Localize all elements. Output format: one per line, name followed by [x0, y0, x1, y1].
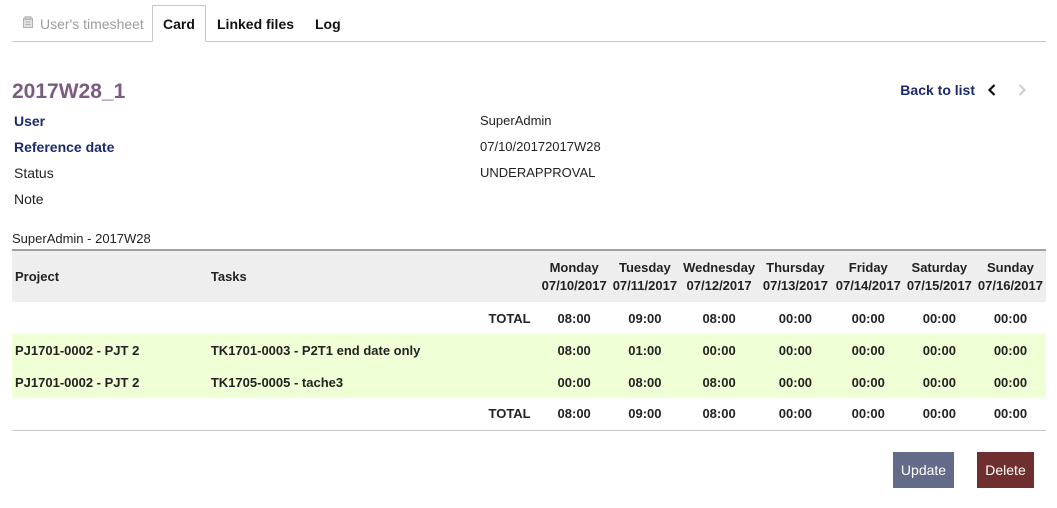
total-cell: 00:00	[993, 406, 1028, 422]
tab-users-timesheet[interactable]: User's timesheet	[12, 5, 154, 42]
timesheet-table: Project Tasks Monday 07/10/2017 Tuesday 07…	[12, 249, 1046, 431]
field-user: User SuperAdmin	[14, 110, 1044, 136]
tab-linked-files[interactable]: Linked files	[207, 5, 304, 42]
hours-cell: 00:00	[993, 342, 1028, 358]
field-value: 07/10/20172017W28	[480, 139, 601, 154]
column-header-day: Tuesday 07/11/2017	[612, 259, 678, 293]
column-header-spacer	[478, 250, 539, 302]
tab-log[interactable]: Log	[305, 5, 351, 42]
total-cell: 08:00	[557, 310, 591, 326]
hours-cell: 08:00	[557, 342, 591, 358]
total-cell: 00:00	[922, 310, 956, 326]
hours-cell: 00:00	[851, 374, 885, 390]
page-title: 2017W28_1	[12, 80, 126, 103]
task-cell: TK1705-0005 - tache3	[210, 374, 344, 390]
field-value: SuperAdmin	[480, 113, 552, 128]
field-label: User	[14, 113, 46, 129]
total-cell: 00:00	[778, 310, 813, 326]
delete-button[interactable]: Delete	[977, 452, 1034, 488]
column-header-day: Monday 07/10/2017	[541, 259, 607, 293]
column-header-day: Saturday 07/15/2017	[906, 259, 972, 293]
total-cell: 00:00	[922, 406, 956, 422]
chevron-right-icon	[1017, 83, 1035, 97]
total-cell: 08:00	[557, 406, 591, 422]
status-value: UNDERAPPROVAL	[480, 165, 596, 180]
total-cell: 00:00	[851, 310, 885, 326]
total-row-bottom: TOTAL 08:00 09:00 08:00 00:00 00:00 00:0…	[12, 398, 1046, 430]
hours-cell: 08:00	[702, 374, 736, 390]
total-label: TOTAL	[488, 406, 531, 422]
timesheet-icon	[22, 15, 35, 32]
column-header-day: Friday 07/14/2017	[835, 259, 901, 293]
hours-cell: 00:00	[993, 374, 1028, 390]
timesheet-caption: SuperAdmin - 2017W28	[12, 231, 151, 246]
chevron-left-icon[interactable]	[987, 83, 1005, 97]
hours-cell: 00:00	[851, 342, 885, 358]
hours-cell: 00:00	[922, 374, 956, 390]
total-cell: 00:00	[851, 406, 885, 422]
column-header-tasks: Tasks	[210, 269, 247, 284]
column-header-day: Sunday 07/16/2017	[977, 259, 1043, 293]
table-header-row: Project Tasks Monday 07/10/2017 Tuesday 07…	[12, 250, 1046, 302]
update-button[interactable]: Update	[893, 452, 954, 488]
total-cell: 08:00	[702, 406, 736, 422]
tab-card[interactable]: Card	[152, 5, 206, 42]
tab-label: Card	[163, 15, 195, 32]
project-cell: PJ1701-0002 - PJT 2	[15, 374, 140, 390]
hours-cell: 00:00	[778, 342, 813, 358]
field-note: Note	[14, 188, 1044, 214]
total-label: TOTAL	[488, 310, 531, 326]
hours-cell: 00:00	[702, 342, 736, 358]
total-cell: 00:00	[993, 310, 1028, 326]
hours-cell: 00:00	[922, 342, 956, 358]
field-reference-date: Reference date 07/10/20172017W28	[14, 136, 1044, 162]
total-cell: 09:00	[628, 310, 662, 326]
tab-label: User's timesheet	[40, 15, 144, 32]
column-header-project: Project	[15, 269, 60, 284]
field-label: Note	[14, 191, 44, 207]
back-to-list-link[interactable]: Back to list	[900, 82, 975, 98]
task-cell: TK1701-0003 - P2T1 end date only	[210, 342, 421, 358]
field-label: Reference date	[14, 139, 115, 155]
table-row: PJ1701-0002 - PJT 2 TK1705-0005 - tache3…	[12, 366, 1046, 398]
hours-cell: 00:00	[557, 374, 591, 390]
tab-label: Linked files	[217, 15, 295, 32]
hours-cell: 08:00	[628, 374, 662, 390]
total-cell: 00:00	[778, 406, 813, 422]
hours-cell: 00:00	[778, 374, 813, 390]
column-header-day: Wednesday 07/12/2017	[683, 259, 756, 293]
total-row-top: TOTAL 08:00 09:00 08:00 00:00 00:00 00:0…	[12, 302, 1046, 334]
column-header-day: Thursday 07/13/2017	[762, 259, 828, 293]
project-cell: PJ1701-0002 - PJT 2	[15, 342, 140, 358]
table-row: PJ1701-0002 - PJT 2 TK1701-0003 - P2T1 e…	[12, 334, 1046, 366]
total-cell: 09:00	[628, 406, 662, 422]
field-status: Status UNDERAPPROVAL	[14, 162, 1044, 188]
record-navigation: Back to list	[900, 82, 1035, 98]
hours-cell: 01:00	[628, 342, 662, 358]
tab-label: Log	[315, 15, 341, 32]
field-label: Status	[14, 165, 54, 181]
record-fields: User SuperAdmin Reference date 07/10/201…	[14, 110, 1044, 214]
tab-bar: User's timesheet Card Linked files Log	[12, 5, 1046, 42]
total-cell: 08:00	[702, 310, 736, 326]
